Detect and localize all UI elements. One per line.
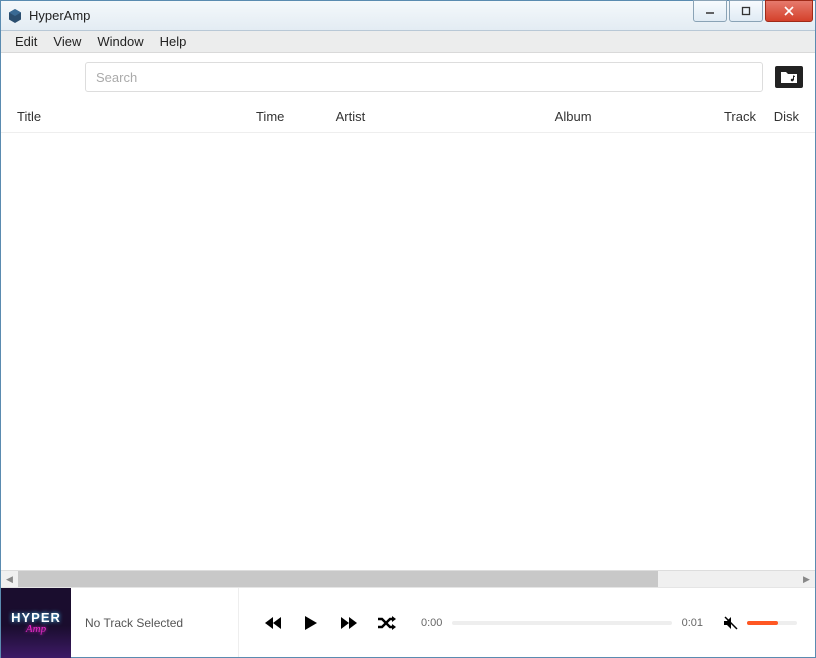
next-button[interactable]	[339, 613, 359, 633]
volume-fill	[747, 621, 778, 625]
play-icon	[304, 615, 318, 631]
column-track[interactable]: Track	[724, 109, 774, 124]
horizontal-scrollbar[interactable]: ◀ ▶	[1, 570, 815, 587]
mute-button[interactable]	[723, 615, 739, 631]
minimize-button[interactable]	[693, 0, 727, 22]
shuffle-icon	[377, 615, 397, 631]
column-headers: Title Time Artist Album Track Disk	[1, 101, 815, 133]
album-art-text-amp: Amp	[26, 623, 46, 635]
window-controls	[693, 1, 815, 30]
now-playing-label: No Track Selected	[71, 588, 239, 657]
search-input[interactable]	[85, 62, 763, 92]
play-button[interactable]	[301, 613, 321, 633]
album-art: HYPER Amp	[1, 588, 71, 658]
maximize-button[interactable]	[729, 0, 763, 22]
music-folder-icon	[781, 70, 797, 84]
column-time[interactable]: Time	[256, 109, 336, 124]
scroll-right-arrow-icon[interactable]: ▶	[798, 571, 815, 588]
app-icon	[7, 8, 23, 24]
previous-button[interactable]	[263, 613, 283, 633]
playback-controls	[239, 613, 421, 633]
menu-window[interactable]: Window	[89, 34, 151, 49]
shuffle-button[interactable]	[377, 613, 397, 633]
column-disk[interactable]: Disk	[774, 109, 799, 124]
current-time: 0:00	[421, 617, 442, 629]
column-artist[interactable]: Artist	[336, 109, 555, 124]
close-button[interactable]	[765, 0, 813, 22]
column-title[interactable]: Title	[17, 109, 256, 124]
total-time: 0:01	[682, 617, 703, 629]
fast-forward-icon	[340, 616, 358, 630]
column-album[interactable]: Album	[555, 109, 724, 124]
volume-group	[723, 615, 815, 631]
track-list	[1, 133, 815, 570]
scrollbar-thumb[interactable]	[18, 571, 658, 587]
progress-group: 0:00 0:01	[421, 617, 723, 629]
scroll-left-arrow-icon[interactable]: ◀	[1, 571, 18, 588]
volume-slider[interactable]	[747, 621, 797, 625]
rewind-icon	[264, 616, 282, 630]
menu-view[interactable]: View	[45, 34, 89, 49]
titlebar: HyperAmp	[1, 1, 815, 31]
music-folder-button[interactable]	[775, 66, 803, 88]
progress-bar[interactable]	[452, 621, 671, 625]
speaker-muted-icon	[723, 615, 739, 631]
player-bar: HYPER Amp No Track Selected	[1, 587, 815, 657]
menu-edit[interactable]: Edit	[7, 34, 45, 49]
window-title: HyperAmp	[29, 8, 693, 23]
scrollbar-track[interactable]	[18, 571, 798, 587]
menu-help[interactable]: Help	[152, 34, 195, 49]
app-window: HyperAmp Edit View Window Help	[0, 0, 816, 658]
menubar: Edit View Window Help	[1, 31, 815, 53]
search-row	[1, 53, 815, 101]
